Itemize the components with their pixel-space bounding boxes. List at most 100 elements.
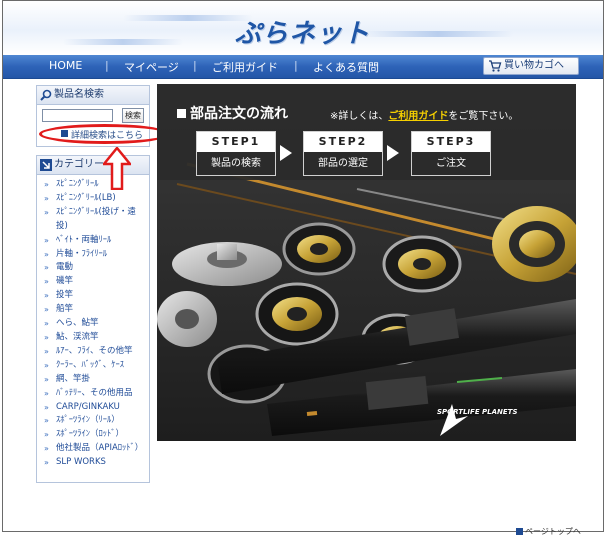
chevron-right-icon: » [44, 346, 49, 356]
note-prefix: ※詳しくは、 [330, 111, 389, 122]
category-item[interactable]: » ｸｰﾗｰ、ﾊﾞｯｸﾞ、ｹｰｽ [44, 359, 145, 373]
chevron-right-icon: » [44, 374, 49, 384]
step-arrow-icon [280, 145, 292, 161]
search-button[interactable]: 検索 [122, 108, 144, 123]
category-item[interactable]: » ｽﾎﾟｰﾂﾗｲﾝ（ﾘｰﾙ） [44, 414, 145, 428]
page-top-link[interactable]: ページトップへ [516, 526, 581, 537]
chevron-right-icon: » [44, 263, 49, 273]
chevron-right-icon: » [44, 207, 49, 217]
cart-icon [489, 60, 502, 72]
category-panel: カテゴリー » ｽﾋﾟﾆﾝｸﾞﾘｰﾙ » ｽﾋﾟﾆﾝｸﾞﾘｰﾙ(LB) » ｽﾋﾟﾆﾝｸﾞ… [36, 155, 150, 483]
chevron-right-icon: » [44, 402, 49, 412]
category-label: ｽﾋﾟﾆﾝｸﾞﾘｰﾙ(LB) [56, 192, 116, 203]
search-icon [40, 89, 52, 101]
chevron-right-icon: » [44, 444, 49, 454]
category-label: ｸｰﾗｰ、ﾊﾞｯｸﾞ、ｹｰｽ [56, 359, 125, 370]
step-1: STEP1 製品の検索 [196, 131, 276, 176]
category-item[interactable]: » 網、竿掛 [44, 373, 145, 387]
category-item[interactable]: » 他社製品（APIAﾛｯﾄﾞ） [44, 442, 145, 456]
category-panel-title: カテゴリー [54, 159, 104, 170]
annotation-ellipse [39, 124, 170, 144]
category-label: 鮎、渓流竿 [56, 331, 99, 342]
category-label: ﾙｱｰ、ﾌﾗｲ、その他竿 [56, 345, 133, 356]
category-label: 他社製品（APIAﾛｯﾄﾞ） [56, 443, 144, 454]
banner-note: ※詳しくは、ご利用ガイドをご覧下さい。 [330, 107, 518, 122]
category-label: 船竿 [56, 304, 74, 315]
chevron-right-icon: » [44, 430, 49, 440]
step-2-label: STEP2 [304, 132, 382, 152]
category-item[interactable]: » ﾊﾞｯﾃﾘｰ、その他用品 [44, 387, 145, 401]
cart-button-label: 買い物カゴへ [504, 60, 564, 71]
chevron-right-icon: » [44, 332, 49, 342]
category-label: ｽﾎﾟｰﾂﾗｲﾝ（ﾛｯﾄﾞ） [56, 429, 125, 440]
chevron-right-icon: » [44, 291, 49, 301]
category-item[interactable]: » 片軸・ﾌﾗｲﾘｰﾙ [44, 248, 145, 262]
category-item[interactable]: » 電動 [44, 261, 145, 275]
chevron-right-icon: » [44, 416, 49, 426]
category-item[interactable]: » 船竿 [44, 303, 145, 317]
guide-link[interactable]: ご利用ガイド [388, 111, 448, 122]
category-label: ｽﾎﾟｰﾂﾗｲﾝ（ﾘｰﾙ） [56, 415, 120, 426]
category-item[interactable]: » SLP WORKS [44, 456, 145, 470]
category-item[interactable]: » ｽﾎﾟｰﾂﾗｲﾝ（ﾛｯﾄﾞ） [44, 428, 145, 442]
page-top-icon [516, 528, 523, 535]
nav-faq[interactable]: よくある質問 [313, 59, 379, 75]
category-item[interactable]: » CARP/GINKAKU [44, 401, 145, 415]
nav-separator: | [294, 59, 298, 72]
category-item[interactable]: » ﾍﾞｲﾄ・両軸ﾘｰﾙ [44, 234, 145, 248]
header-banner: ぷらネット [3, 1, 603, 54]
category-item[interactable]: » ﾙｱｰ、ﾌﾗｲ、その他竿 [44, 345, 145, 359]
chevron-right-icon: » [44, 305, 49, 315]
category-item[interactable]: » 磯竿 [44, 275, 145, 289]
chevron-right-icon: » [44, 235, 49, 245]
search-input[interactable] [42, 109, 113, 122]
planets-logo: SPORTLIFE PLANETS [437, 408, 518, 416]
nav-separator: | [105, 59, 109, 72]
category-label: ﾍﾞｲﾄ・両軸ﾘｰﾙ [56, 234, 112, 245]
chevron-right-icon: » [44, 277, 49, 287]
search-panel-header: 製品名検索 [37, 86, 149, 105]
category-label: 網、竿掛 [56, 373, 91, 384]
site-logo[interactable]: ぷらネット [235, 13, 385, 49]
chevron-right-icon: » [44, 360, 49, 370]
logo-text: ぷらネット [235, 19, 371, 49]
annotation-up-arrow [103, 147, 131, 190]
category-item[interactable]: » 投竿 [44, 289, 145, 303]
order-flow-banner: 部品注文の流れ ※詳しくは、ご利用ガイドをご覧下さい。 STEP1 製品の検索 … [157, 84, 576, 441]
category-label: ｽﾋﾟﾆﾝｸﾞﾘｰﾙ [56, 179, 99, 189]
step-2-text: 部品の選定 [318, 158, 368, 169]
category-label: 投竿 [56, 290, 74, 301]
search-panel-title: 製品名検索 [54, 89, 104, 100]
nav-home[interactable]: HOME [49, 59, 82, 72]
chevron-right-icon: » [44, 319, 49, 329]
page-top-label: ページトップへ [525, 527, 581, 536]
category-label: 磯竿 [56, 276, 74, 287]
step-2: STEP2 部品の選定 [303, 131, 383, 176]
nav-separator: | [193, 59, 197, 72]
banner-title: 部品注文の流れ [177, 103, 288, 123]
category-label: CARP/GINKAKU [56, 401, 120, 412]
nav-mypage[interactable]: マイページ [124, 59, 179, 75]
category-label: 電動 [56, 262, 74, 273]
step-arrow-icon [387, 145, 399, 161]
category-label: ﾊﾞｯﾃﾘｰ、その他用品 [56, 387, 133, 398]
title-bullet-icon [177, 109, 186, 118]
arrow-square-icon [40, 159, 52, 171]
chevron-right-icon: » [44, 388, 49, 398]
note-suffix: をご覧下さい。 [448, 111, 519, 122]
step-3-text: ご注文 [436, 158, 466, 169]
chevron-right-icon: » [44, 193, 49, 203]
category-label: SLP WORKS [56, 457, 106, 468]
category-item[interactable]: » ｽﾋﾟﾆﾝｸﾞﾘｰﾙ(投げ・遠投) [44, 206, 145, 234]
chevron-right-icon: » [44, 249, 49, 259]
main-nav: HOME | マイページ | ご利用ガイド | よくある質問 買い物カゴへ [3, 55, 603, 79]
nav-guide[interactable]: ご利用ガイド [212, 59, 278, 75]
category-list: » ｽﾋﾟﾆﾝｸﾞﾘｰﾙ » ｽﾋﾟﾆﾝｸﾞﾘｰﾙ(LB) » ｽﾋﾟﾆﾝｸﾞﾘｰﾙ(投げ… [37, 175, 149, 470]
category-label: へら、鮎竿 [56, 318, 99, 329]
category-item[interactable]: » 鮎、渓流竿 [44, 331, 145, 345]
category-item[interactable]: » ｽﾋﾟﾆﾝｸﾞﾘｰﾙ(LB) [44, 192, 145, 206]
cart-button[interactable]: 買い物カゴへ [483, 57, 579, 75]
step-3: STEP3 ご注文 [411, 131, 491, 176]
category-label: ｽﾋﾟﾆﾝｸﾞﾘｰﾙ(投げ・遠投) [56, 206, 136, 231]
category-item[interactable]: » へら、鮎竿 [44, 317, 145, 331]
